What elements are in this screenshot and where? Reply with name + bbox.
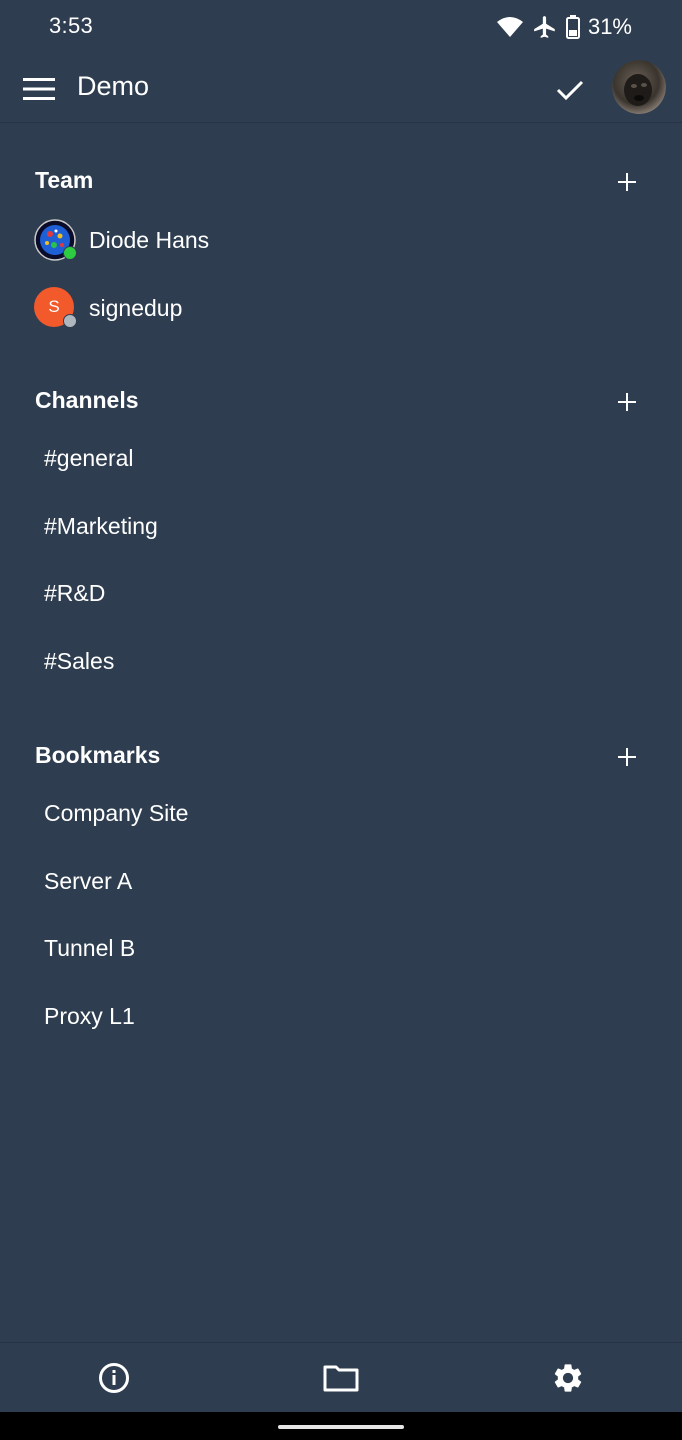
app-bar: Demo: [0, 56, 682, 123]
gear-icon[interactable]: [548, 1358, 588, 1398]
add-bookmark-button[interactable]: [610, 740, 644, 774]
team-member-diode-hans[interactable]: Diode Hans: [34, 218, 434, 262]
info-icon[interactable]: [94, 1358, 134, 1398]
channel-item[interactable]: #Sales: [44, 648, 114, 675]
avatar: S: [34, 287, 77, 329]
team-section-title: Team: [35, 167, 94, 193]
member-name: signedup: [89, 294, 183, 321]
home-gesture-handle[interactable]: [278, 1425, 404, 1429]
battery-percent: 31%: [587, 14, 632, 39]
folder-icon[interactable]: [321, 1358, 361, 1398]
status-bar: 3:53 31%: [0, 0, 682, 56]
online-status-dot: [63, 246, 77, 260]
offline-status-dot: [63, 314, 77, 328]
profile-avatar[interactable]: [612, 60, 666, 114]
app-title: Demo: [77, 71, 150, 101]
bookmark-item[interactable]: Proxy L1: [44, 1003, 135, 1030]
channel-item[interactable]: #Marketing: [44, 513, 158, 540]
channel-item[interactable]: #R&D: [44, 580, 105, 607]
airplane-icon: [532, 14, 558, 40]
bookmark-item[interactable]: Server A: [44, 868, 132, 895]
battery-icon: [565, 15, 580, 39]
team-member-signedup[interactable]: S signedup: [34, 286, 434, 330]
bookmark-item[interactable]: Tunnel B: [44, 935, 135, 962]
status-time: 3:53: [49, 13, 94, 38]
system-navigation-bar: [0, 1412, 682, 1440]
member-name: Diode Hans: [89, 226, 210, 253]
bottom-navigation: [0, 1342, 682, 1413]
wifi-icon: [496, 16, 524, 38]
bookmarks-section-title: Bookmarks: [35, 742, 161, 768]
add-team-member-button[interactable]: [610, 165, 644, 199]
avatar: [34, 219, 77, 261]
bookmark-item[interactable]: Company Site: [44, 800, 188, 827]
channels-section-title: Channels: [35, 387, 139, 413]
add-channel-button[interactable]: [610, 385, 644, 419]
check-icon[interactable]: [548, 68, 592, 112]
menu-icon[interactable]: [18, 68, 60, 110]
channel-item[interactable]: #general: [44, 445, 134, 472]
status-icons: 31%: [496, 14, 632, 40]
